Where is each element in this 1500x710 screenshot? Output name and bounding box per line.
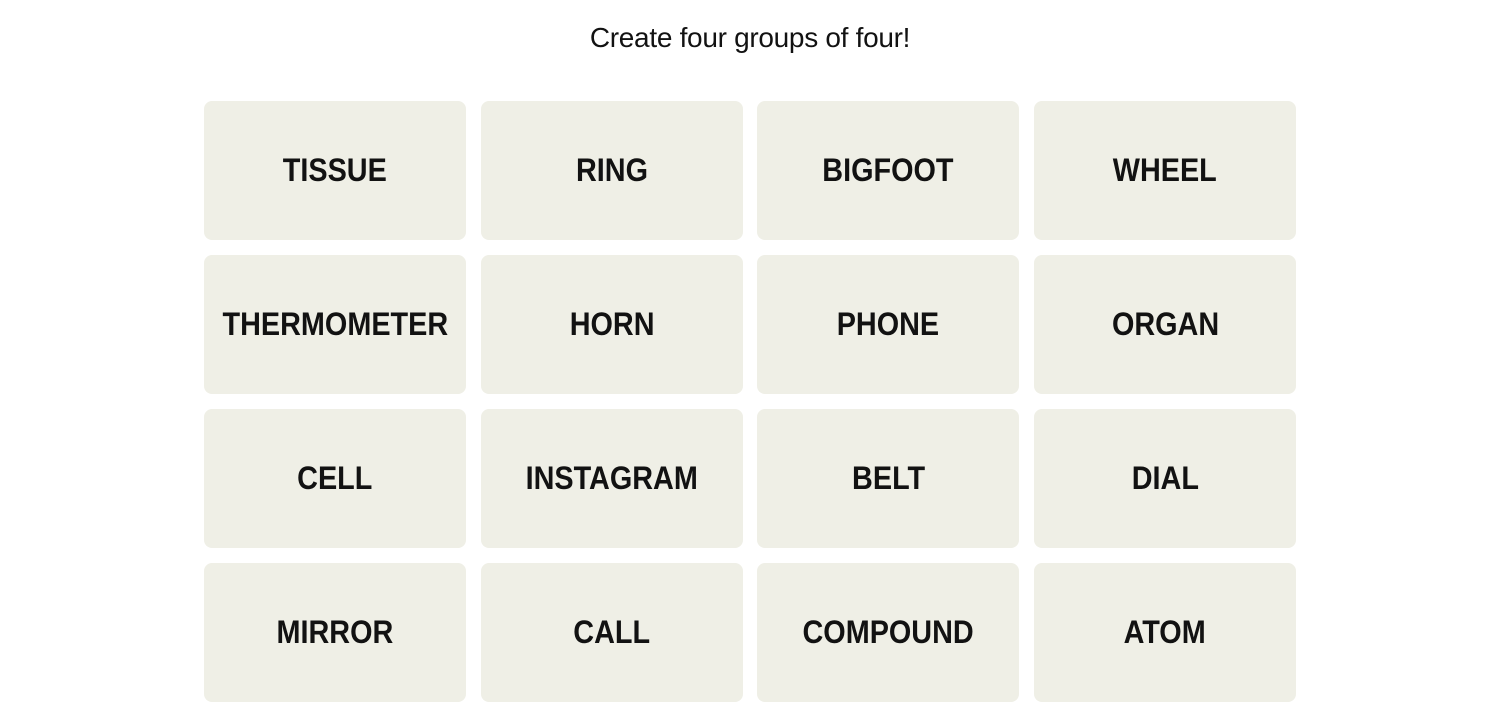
word-tile[interactable]: BELT: [757, 409, 1020, 548]
tile-label: CALL: [573, 614, 651, 650]
tile-label: PHONE: [837, 306, 940, 342]
word-tile[interactable]: ORGAN: [1034, 255, 1297, 394]
word-tile[interactable]: CELL: [204, 409, 466, 548]
game-prompt: Create four groups of four!: [589, 22, 911, 53]
word-tile[interactable]: DIAL: [1034, 409, 1297, 548]
word-grid: TISSUE RING BIGFOOT WHEEL THERMOMETER HO…: [204, 101, 1297, 702]
word-tile[interactable]: MIRROR: [204, 563, 466, 702]
tile-label: DIAL: [1131, 460, 1199, 496]
tile-label: BIGFOOT: [822, 152, 954, 188]
word-tile[interactable]: ATOM: [1034, 563, 1297, 702]
tile-label: THERMOMETER: [222, 306, 448, 342]
word-tile[interactable]: THERMOMETER: [204, 255, 466, 394]
tile-label: INSTAGRAM: [525, 460, 698, 496]
tile-label: BELT: [851, 460, 925, 496]
tile-label: TISSUE: [282, 152, 388, 188]
word-tile[interactable]: RING: [480, 101, 743, 240]
tile-label: WHEEL: [1113, 152, 1218, 188]
tile-label: ORGAN: [1111, 306, 1219, 342]
word-tile[interactable]: BIGFOOT: [757, 101, 1020, 240]
tile-label: HORN: [569, 306, 655, 342]
word-tile[interactable]: COMPOUND: [757, 563, 1020, 702]
word-tile[interactable]: WHEEL: [1034, 101, 1297, 240]
word-tile[interactable]: TISSUE: [204, 101, 466, 240]
word-tile[interactable]: INSTAGRAM: [480, 409, 743, 548]
tile-label: MIRROR: [276, 614, 394, 650]
tile-label: COMPOUND: [802, 614, 974, 650]
word-tile[interactable]: HORN: [480, 255, 743, 394]
tile-label: CELL: [297, 460, 373, 496]
word-tile[interactable]: PHONE: [757, 255, 1020, 394]
word-tile[interactable]: CALL: [480, 563, 743, 702]
tile-label: RING: [575, 152, 648, 188]
tile-label: ATOM: [1124, 614, 1207, 650]
